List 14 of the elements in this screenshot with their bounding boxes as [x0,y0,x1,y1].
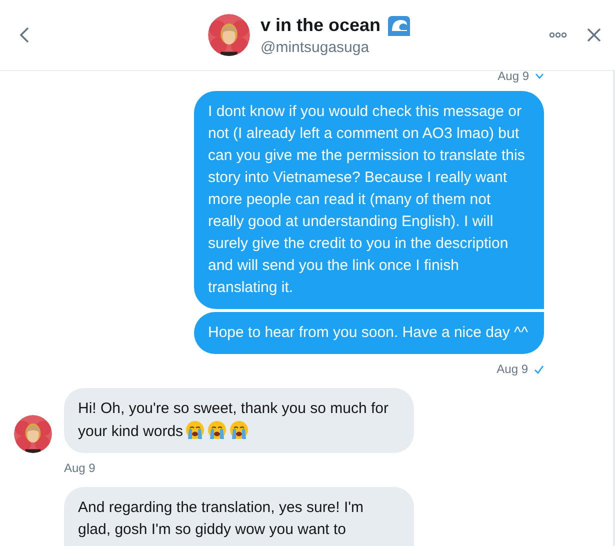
timestamp: Aug 9 [498,71,529,83]
contact-name: v in the ocean [260,15,381,36]
chevron-icon[interactable] [535,73,544,79]
wave-icon [386,14,411,36]
timestamp: Aug 9 [496,362,528,376]
crying-face-icon [185,420,206,440]
message-bubble: And regarding the translation, yes sure! I'm glad, gosh I'm so giddy wow you want to [64,487,414,546]
message-bubble: Hi! Oh, you're so sweet, thank you so much for your kind words [64,388,414,453]
timestamp: Aug 9 [64,461,96,475]
contact-handle: @mintsugasuga [260,38,370,56]
crying-face-icon [229,420,250,440]
crying-face-icon [207,420,228,440]
message-bubble: Hope to hear from you soon. Have a nice day ^^ [194,312,544,354]
message-bubble: I dont know if you would check this message or not (I already left a comment on AO3 lmao) but can you give me the permission to translate this story into Vietnamese? Because I really want more people can read it (many of them not really good at understanding English). I will surely give the credit to you in the description and will send you the link once I finish translating it. [194,91,544,309]
